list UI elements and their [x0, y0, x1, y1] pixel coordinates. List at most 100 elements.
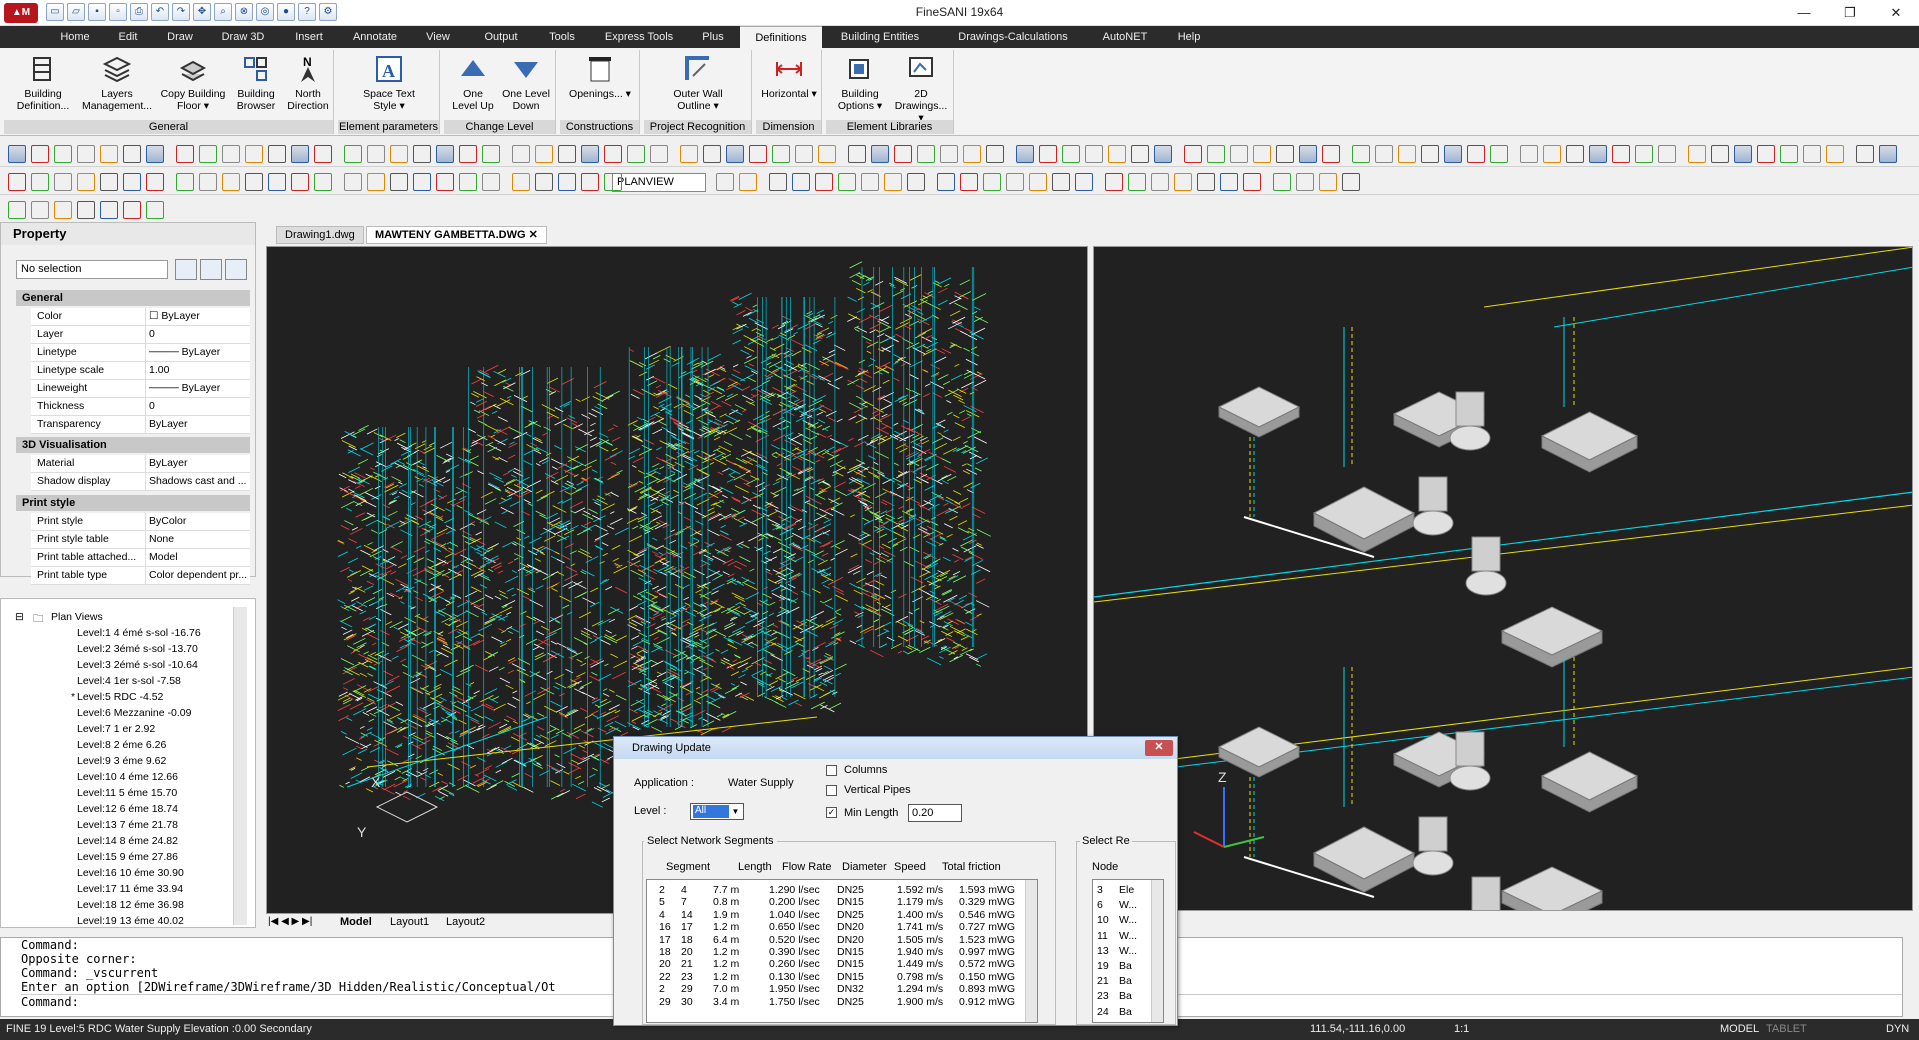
- tree-item-level[interactable]: Level:16 10 éme 30.90: [77, 867, 184, 879]
- toolbar-tool-icon[interactable]: [940, 145, 958, 163]
- segments-list[interactable]: 2 4 7.7 m 1.290 l/sec DN25 1.592 m/s 1.593 mWG…: [646, 879, 1038, 1023]
- property-row[interactable]: Material ByLayer: [31, 455, 250, 473]
- toolbar-tool-icon[interactable]: [604, 145, 622, 163]
- toolbar-tool-icon[interactable]: [627, 145, 645, 163]
- toolbar-tool-icon[interactable]: [1688, 145, 1706, 163]
- toolbar-tool-icon[interactable]: [291, 173, 309, 191]
- toolbar-tool-icon[interactable]: [1230, 145, 1248, 163]
- property-row[interactable]: Color ☐ ByLayer: [31, 308, 250, 326]
- toolbar-tool-icon[interactable]: [1711, 145, 1729, 163]
- toolbar-tool-icon[interactable]: [726, 145, 744, 163]
- toolbar-tool-icon[interactable]: [1421, 145, 1439, 163]
- toolbar-tool-icon[interactable]: [100, 173, 118, 191]
- toolbar-tool-icon[interactable]: [1197, 173, 1215, 191]
- toolbar-tool-icon[interactable]: [604, 173, 622, 191]
- toolbar-tool-icon[interactable]: [818, 145, 836, 163]
- toolbar-tool-icon[interactable]: [459, 173, 477, 191]
- toolbar-tool-icon[interactable]: [413, 173, 431, 191]
- toolbar-tool-icon[interactable]: [459, 145, 477, 163]
- toolbar-tool-icon[interactable]: [123, 201, 141, 219]
- toolbar-tool-icon[interactable]: [907, 173, 925, 191]
- tree-scrollbar[interactable]: [233, 607, 247, 925]
- toolbar-tool-icon[interactable]: [54, 145, 72, 163]
- toolbar-tool-icon[interactable]: [1467, 145, 1485, 163]
- copy-building-floor-button[interactable]: Copy Building Floor ▾: [158, 52, 228, 116]
- node-list[interactable]: 3 Ele 6 W... 10 W... 11 W... 13 W... 19 Ba 21 Ba 23 Ba 2…: [1092, 879, 1164, 1023]
- tab-autonet[interactable]: AutoNET: [1093, 26, 1157, 48]
- node-row[interactable]: 6 W...: [1093, 899, 1151, 911]
- property-row[interactable]: Lineweight ──── ByLayer: [31, 380, 250, 398]
- tab-definitions[interactable]: Definitions: [740, 26, 822, 48]
- toolbar-tool-icon[interactable]: [792, 173, 810, 191]
- toolbar-tool-icon[interactable]: [769, 173, 787, 191]
- property-row[interactable]: Transparency ByLayer: [31, 416, 250, 434]
- toolbar-tool-icon[interactable]: [1108, 145, 1126, 163]
- node-row[interactable]: 13 W...: [1093, 945, 1151, 957]
- toolbar-tool-icon[interactable]: [1490, 145, 1508, 163]
- quick-select-icon[interactable]: [200, 259, 222, 280]
- tree-item-level[interactable]: Level:4 1er s-sol -7.58: [77, 675, 181, 687]
- toolbar-tool-icon[interactable]: [512, 173, 530, 191]
- toolbar-tool-icon[interactable]: [77, 145, 95, 163]
- toolbar-tool-icon[interactable]: [291, 145, 309, 163]
- toolbar-tool-icon[interactable]: [983, 173, 1001, 191]
- toolbar-tool-icon[interactable]: [1075, 173, 1093, 191]
- segment-row[interactable]: 22 23 1.2 m 0.130 l/sec DN15 0.798 m/s 0.150 m…: [647, 971, 1025, 983]
- tree-root-label[interactable]: Plan Views: [51, 611, 103, 623]
- segment-row[interactable]: 18 20 1.2 m 0.390 l/sec DN15 1.940 m/s 0.997 m…: [647, 946, 1025, 958]
- toolbar-tool-icon[interactable]: [1085, 145, 1103, 163]
- toolbar-tool-icon[interactable]: [1520, 145, 1538, 163]
- toolbar-tool-icon[interactable]: [1780, 145, 1798, 163]
- toolbar-tool-icon[interactable]: [436, 145, 454, 163]
- toolbar-tool-icon[interactable]: [1105, 173, 1123, 191]
- tree-item-level[interactable]: Level:13 7 éme 21.78: [77, 819, 178, 831]
- toolbar-tool-icon[interactable]: [558, 173, 576, 191]
- tree-item-level[interactable]: Level:19 13 éme 40.02: [77, 915, 184, 927]
- toolbar-tool-icon[interactable]: [8, 173, 26, 191]
- toolbar-tool-icon[interactable]: [917, 145, 935, 163]
- toolbar-tool-icon[interactable]: [716, 173, 734, 191]
- toolbar-tool-icon[interactable]: [1375, 145, 1393, 163]
- layout-nav-icons[interactable]: |◀ ◀ ▶ ▶|: [268, 916, 312, 927]
- toolbar-tool-icon[interactable]: [146, 201, 164, 219]
- toolbar-tool-icon[interactable]: [1826, 145, 1844, 163]
- toolbar-tool-icon[interactable]: [8, 201, 26, 219]
- toolbar-tool-icon[interactable]: [1131, 145, 1149, 163]
- tree-item-level[interactable]: Level:14 8 éme 24.82: [77, 835, 178, 847]
- tree-item-level[interactable]: Level:12 6 éme 18.74: [77, 803, 178, 815]
- toolbar-tool-icon[interactable]: [482, 173, 500, 191]
- tree-item-level[interactable]: Level:17 11 éme 33.94: [77, 883, 183, 895]
- property-row[interactable]: Layer 0: [31, 326, 250, 344]
- toolbar-tool-icon[interactable]: [1299, 145, 1317, 163]
- toolbar-tool-icon[interactable]: [54, 173, 72, 191]
- toolbar-tool-icon[interactable]: [848, 145, 866, 163]
- toolbar-tool-icon[interactable]: [772, 145, 790, 163]
- toolbar-tool-icon[interactable]: [963, 145, 981, 163]
- building-browser-button[interactable]: Building Browser: [230, 52, 282, 116]
- property-row[interactable]: Linetype ──── ByLayer: [31, 344, 250, 362]
- toolbar-tool-icon[interactable]: [1589, 145, 1607, 163]
- toolbar-tool-icon[interactable]: [268, 173, 286, 191]
- tablet-toggle[interactable]: TABLET: [1766, 1019, 1807, 1040]
- toolbar-tool-icon[interactable]: [482, 145, 500, 163]
- tab-plus[interactable]: Plus: [693, 26, 733, 48]
- node-row[interactable]: 21 Ba: [1093, 975, 1151, 987]
- segment-row[interactable]: 2 4 7.7 m 1.290 l/sec DN25 1.592 m/s 1.593 mWG: [647, 884, 1025, 896]
- filter-icon[interactable]: [225, 259, 247, 280]
- toolbar-tool-icon[interactable]: [937, 173, 955, 191]
- toolbar-tool-icon[interactable]: [884, 173, 902, 191]
- dyn-toggle[interactable]: DYN: [1886, 1019, 1909, 1040]
- toolbar-tool-icon[interactable]: [1322, 145, 1340, 163]
- toolbar-tool-icon[interactable]: [749, 145, 767, 163]
- min-length-checkbox[interactable]: ✓: [826, 807, 837, 818]
- toolbar-tool-icon[interactable]: [314, 173, 332, 191]
- columns-checkbox[interactable]: [826, 765, 837, 776]
- toolbar-tool-icon[interactable]: [1342, 173, 1360, 191]
- toolbar-tool-icon[interactable]: [1276, 145, 1294, 163]
- toolbar-tool-icon[interactable]: [100, 145, 118, 163]
- restore-button[interactable]: ❐: [1827, 0, 1873, 26]
- segment-row[interactable]: 2 29 7.0 m 1.950 l/sec DN32 1.294 m/s 0.893 mW…: [647, 983, 1025, 995]
- tree-item-level[interactable]: Level:9 3 éme 9.62: [77, 755, 166, 767]
- tree-item-level[interactable]: Level:11 5 éme 15.70: [77, 787, 177, 799]
- tab-express-tools[interactable]: Express Tools: [598, 26, 680, 48]
